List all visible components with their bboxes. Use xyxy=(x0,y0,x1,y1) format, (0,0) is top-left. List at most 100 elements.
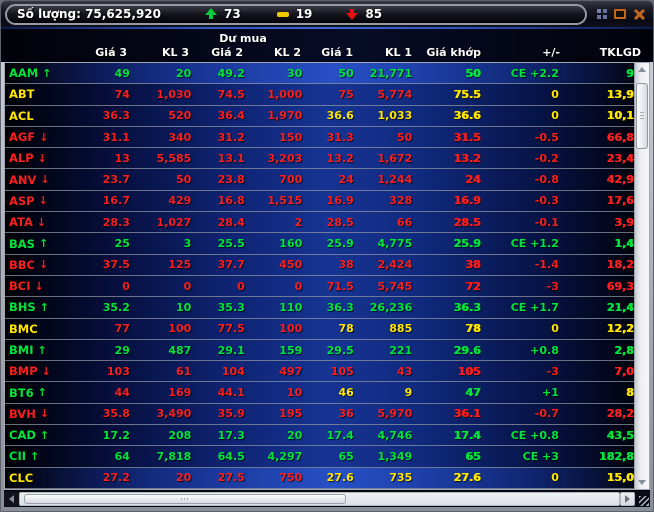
column-header[interactable]: Giá khớp xyxy=(412,46,481,59)
cell: 1,970 xyxy=(267,109,303,123)
table-row[interactable]: ACL 36.3 520 36.4 1,970 36.6 1,033 36.6 0 10,107 xyxy=(5,106,649,127)
cell: 17.3 xyxy=(217,428,245,442)
cell: 10 xyxy=(175,300,192,314)
cell: 36.3 xyxy=(453,300,481,314)
cell: 0 xyxy=(237,279,245,293)
cell: 735 xyxy=(389,471,413,485)
grid-icon[interactable] xyxy=(597,9,607,19)
column-header[interactable]: Giá 1 xyxy=(301,46,353,59)
table-row[interactable]: BHS ↑ 35.2 10 35.3 110 36.3 26,236 36.3 CE +1.7 21… xyxy=(5,297,649,319)
table-row[interactable]: ALP ↓ 13 5,585 13.1 3,203 13.2 1,672 13.2 -0.2 23,… xyxy=(5,148,649,170)
scroll-up-icon[interactable] xyxy=(635,67,649,72)
table-row[interactable]: BMI ↑ 29 487 29.1 159 29.5 221 29.6 +0.8 2,849 xyxy=(5,340,649,362)
table-row[interactable]: ASP ↓ 16.7 429 16.8 1,515 16.9 328 16.9 -0.3 17,62… xyxy=(5,191,649,213)
table-row[interactable]: ABT 74 1,030 74.5 1,000 75 5,774 75.5 0 13,948 xyxy=(5,84,649,106)
cell: 429 xyxy=(168,194,192,208)
cell: 77 xyxy=(114,322,130,336)
table-row[interactable]: BVH ↓ 35.8 3,490 35.9 195 36 5,970 36.1 -0.7 28,23… xyxy=(5,404,649,426)
cell: 1,033 xyxy=(377,109,413,123)
cell: 160 xyxy=(279,237,303,251)
scroll-down-icon[interactable] xyxy=(635,480,649,485)
cell: 10 xyxy=(286,386,303,400)
horizontal-scroll-track[interactable] xyxy=(19,492,620,506)
table-row[interactable]: AAM↑492049.2305021,77150CE +2.2915 xyxy=(5,63,649,85)
cell: 43 xyxy=(396,364,413,378)
cell: 5,970 xyxy=(377,407,413,421)
table-row[interactable]: BMP ↓ 103 61 104 497 105 43 105 -3 7,008 xyxy=(5,361,649,383)
column-header[interactable]: TKLGD xyxy=(560,46,651,59)
trend-up-icon: ↑ xyxy=(30,449,40,463)
client-area: AAM↑492049.2305021,77150CE +2.2915ABT741… xyxy=(4,62,650,507)
cell: 74.5 xyxy=(217,87,245,101)
vertical-scrollbar[interactable] xyxy=(634,63,649,489)
cell: 16.8 xyxy=(217,194,245,208)
scroll-right-icon[interactable] xyxy=(620,492,635,506)
cell: 31.2 xyxy=(217,130,245,144)
cell: 36.1 xyxy=(453,407,481,421)
table-row[interactable]: BMC 77 100 77.5 100 78 885 78 0 12,268 xyxy=(5,319,649,340)
advancers-up-icon xyxy=(205,8,217,20)
cell: 44 xyxy=(114,386,130,400)
cell: 47 xyxy=(465,386,481,400)
cell: 25.9 xyxy=(326,237,354,251)
cell: 35.2 xyxy=(102,300,130,314)
scroll-left-icon[interactable] xyxy=(4,492,19,506)
cell: 74 xyxy=(114,87,130,101)
cell: 104 xyxy=(221,364,245,378)
table-row[interactable]: BCI ↓ 0 0 0 0 71.5 5,745 72 -3 69,357 xyxy=(5,276,649,298)
cell: 26,236 xyxy=(369,300,413,314)
column-header[interactable]: Giá 3 xyxy=(69,46,127,59)
cell: -0.5 xyxy=(534,130,559,144)
cell: 35.8 xyxy=(102,407,130,421)
cell: 25 xyxy=(114,237,130,251)
table-row[interactable]: CAD ↑ 17.2 208 17.3 20 17.4 4,746 17.4 CE +0.8 43,… xyxy=(5,425,649,447)
horizontal-scroll-thumb[interactable] xyxy=(24,494,346,504)
cell: +0.8 xyxy=(530,343,559,357)
table-row[interactable]: BBC ↓ 37.5 125 37.7 450 38 2,424 38 -1.4 18,275 xyxy=(5,255,649,276)
cell: 28.5 xyxy=(453,215,481,229)
table-row[interactable]: AGF ↓ 31.1 340 31.2 150 31.3 50 31.5 -0.5 66,808 xyxy=(5,127,649,149)
ticker-cell: BMP ↓ xyxy=(9,364,51,379)
cell: 1,244 xyxy=(377,173,413,187)
ticker-cell: ANV ↓ xyxy=(9,172,50,187)
column-header[interactable]: KL 2 xyxy=(243,46,301,59)
cell: 21,771 xyxy=(369,66,413,80)
cell: 1,349 xyxy=(377,449,413,463)
cell: 885 xyxy=(389,322,413,336)
table-row[interactable]: CLC 27.2 20 27.5 750 27.6 735 27.6 0 15,053 xyxy=(5,467,649,489)
cell: 100 xyxy=(168,322,192,336)
trend-up-icon: ↑ xyxy=(39,428,50,442)
cell: 520 xyxy=(168,109,192,123)
table-row[interactable]: ATA ↓ 28.3 1,027 28.4 2 28.5 66 28.5 -0.1 3,985 xyxy=(5,212,649,234)
column-header[interactable]: Giá 2 xyxy=(189,46,243,59)
cell: 37.5 xyxy=(102,258,130,272)
horizontal-scrollbar[interactable] xyxy=(4,491,650,507)
table-row[interactable]: BT6↑4416944.11046947+1853 xyxy=(5,382,649,404)
cell: 49.2 xyxy=(217,66,245,80)
close-icon[interactable] xyxy=(633,8,646,20)
cell: 35.9 xyxy=(217,407,245,421)
ticker-cell: BHS ↑ xyxy=(9,300,49,315)
cell: 49 xyxy=(114,66,130,80)
cell: 64 xyxy=(114,449,130,463)
cell: 221 xyxy=(389,343,413,357)
cell: 77.5 xyxy=(217,322,245,336)
resize-grip[interactable] xyxy=(635,492,650,506)
vertical-scroll-thumb[interactable] xyxy=(636,83,648,149)
cell: 20 xyxy=(175,471,192,485)
cell: 36.3 xyxy=(326,300,354,314)
cell: 36.3 xyxy=(102,109,130,123)
column-headers: Giá 3 KL 3 Giá 2 KL 2 Giá 1 KL 1 Giá khớp +/- TK… xyxy=(1,46,653,59)
cell: 0 xyxy=(551,471,559,485)
column-header[interactable]: +/- xyxy=(481,46,560,59)
table-row[interactable]: BAS ↑ 25 3 25.5 160 25.9 4,775 25.9 CE +1.2 1,430 xyxy=(5,233,649,255)
cell: 20 xyxy=(175,66,192,80)
restore-icon[interactable] xyxy=(614,9,626,19)
table-row[interactable]: ANV ↓ 23.7 50 23.8 700 24 1,244 24 -0.8 42,974 xyxy=(5,169,649,191)
cell: 3,203 xyxy=(267,151,303,165)
column-header[interactable]: KL 3 xyxy=(127,46,189,59)
ticker-cell: ABT xyxy=(9,87,35,102)
cell: 30 xyxy=(286,66,303,80)
column-header[interactable]: KL 1 xyxy=(353,46,412,59)
table-row[interactable]: CII ↑ 64 7,818 64.5 4,297 65 1,349 65 CE +3 182,82… xyxy=(5,446,649,468)
